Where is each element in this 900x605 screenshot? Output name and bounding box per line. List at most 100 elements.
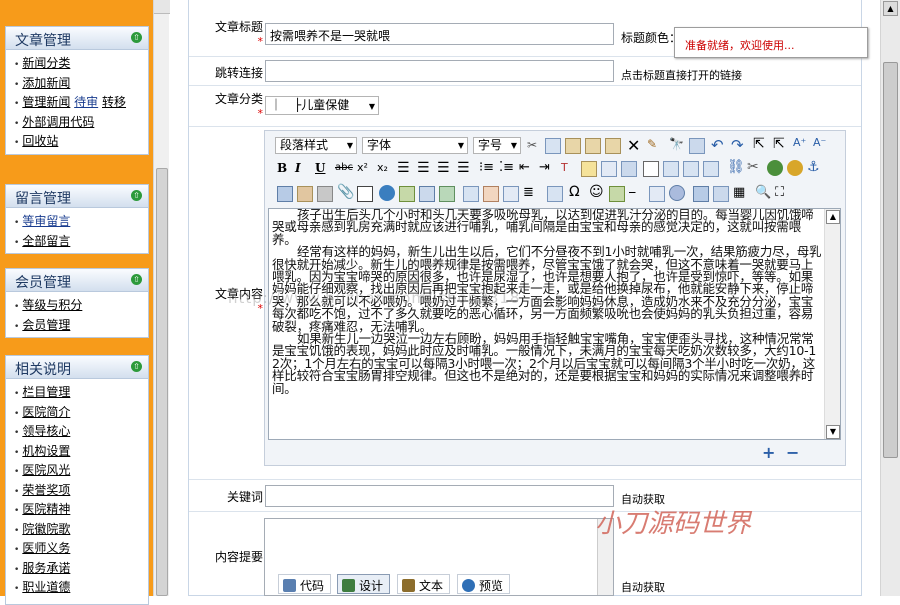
font-increase-icon[interactable]: A⁺ bbox=[793, 136, 809, 152]
font-decrease-icon[interactable]: A⁻ bbox=[813, 136, 829, 152]
title-input[interactable]: 按需喂养不是一哭就喂 bbox=[265, 23, 614, 45]
sidebar-item-honors[interactable]: 荣誉奖项 bbox=[14, 481, 148, 501]
media-icon[interactable] bbox=[317, 186, 333, 202]
ordered-list-icon[interactable]: ⁝≡ bbox=[479, 160, 495, 176]
clear-format-icon[interactable] bbox=[601, 161, 617, 177]
underline-icon[interactable]: U bbox=[315, 161, 331, 177]
date-icon[interactable] bbox=[649, 186, 665, 202]
sidebar-item-column-management[interactable]: 栏目管理 bbox=[14, 383, 148, 403]
attachment-icon[interactable]: 📎 bbox=[337, 184, 354, 200]
category-select[interactable]: ｜ ├儿童保健 ▼ bbox=[265, 96, 379, 115]
delete-icon[interactable]: ✕ bbox=[627, 136, 643, 155]
enlarge-editor-icon[interactable]: + bbox=[762, 443, 775, 462]
scrollbar-thumb[interactable] bbox=[883, 62, 898, 458]
text-color-icon[interactable]: T bbox=[561, 161, 577, 177]
time-icon[interactable] bbox=[669, 185, 685, 201]
paste-word-icon[interactable] bbox=[605, 138, 621, 154]
subscript-icon[interactable]: x₂ bbox=[377, 161, 393, 177]
shrink-editor-icon[interactable]: − bbox=[786, 443, 799, 462]
outdent-icon[interactable]: ⇤ bbox=[519, 160, 535, 176]
content-scrollbar[interactable]: ▲ ▼ bbox=[824, 209, 840, 439]
redo-icon[interactable]: ↷ bbox=[731, 136, 747, 154]
sidebar-item-pending-messages[interactable]: 等审留言 bbox=[14, 212, 148, 232]
horizontal-rule-icon[interactable]: ⎯ bbox=[629, 185, 645, 201]
image-icon[interactable] bbox=[277, 186, 293, 202]
find-replace-icon[interactable] bbox=[689, 138, 705, 154]
sidebar-item-add-news[interactable]: 添加新闻 bbox=[14, 74, 148, 94]
align-left-icon[interactable]: ☰ bbox=[397, 160, 413, 176]
div-icon[interactable] bbox=[463, 186, 479, 202]
scroll-up-button[interactable] bbox=[154, 0, 170, 14]
sidebar-item-recycle-bin[interactable]: 回收站 bbox=[14, 132, 148, 152]
sidebar-item-member-management[interactable]: 会员管理 bbox=[14, 316, 148, 336]
collapse-toggle-icon[interactable]: ⇧ bbox=[131, 274, 142, 285]
editor-content-area[interactable]: 孩子出生后头几个小时和头几天要多吸吮母乳，以达到促进乳汁分泌的目的。每当婴儿因饥… bbox=[268, 208, 841, 440]
sidebar-scrollbar[interactable] bbox=[153, 0, 170, 596]
link-input[interactable] bbox=[265, 60, 614, 82]
special-char-icon[interactable]: Ω bbox=[569, 184, 585, 200]
sidebar-item-physician-duties[interactable]: 医师义务 bbox=[14, 539, 148, 559]
section-header[interactable]: 会员管理 ⇧ bbox=[6, 269, 148, 292]
preview-icon[interactable] bbox=[609, 186, 625, 202]
transfer-link[interactable]: 转移 bbox=[102, 95, 126, 109]
page-icon[interactable] bbox=[643, 161, 659, 177]
superscript-icon[interactable]: x² bbox=[357, 161, 373, 177]
sidebar-item-hospital-scenery[interactable]: 医院风光 bbox=[14, 461, 148, 481]
unlink-icon[interactable]: ✂ bbox=[747, 159, 763, 175]
sidebar-item-leadership[interactable]: 领导核心 bbox=[14, 422, 148, 442]
copy-icon[interactable] bbox=[545, 138, 561, 154]
sidebar-item-service-promise[interactable]: 服务承诺 bbox=[14, 559, 148, 579]
section-header[interactable]: 留言管理 ⇧ bbox=[6, 185, 148, 208]
sidebar-item-external-code[interactable]: 外部调用代码 bbox=[14, 113, 148, 133]
html-icon[interactable] bbox=[547, 186, 563, 202]
form-field-icon[interactable] bbox=[703, 161, 719, 177]
marquee-icon[interactable] bbox=[483, 186, 499, 202]
strikethrough-icon[interactable]: abc bbox=[335, 162, 353, 178]
frame-icon[interactable] bbox=[419, 186, 435, 202]
font-size-select[interactable]: 字号 ▼ bbox=[473, 137, 521, 154]
sidebar-item-manage-news[interactable]: 管理新闻 待审 转移 bbox=[14, 93, 148, 113]
unordered-list-icon[interactable]: ⁚≡ bbox=[499, 160, 515, 176]
align-right-icon[interactable]: ☰ bbox=[437, 160, 453, 176]
cut-icon[interactable]: ✂ bbox=[527, 138, 543, 154]
collapse-toggle-icon[interactable]: ⇧ bbox=[131, 190, 142, 201]
sidebar-item-levels-points[interactable]: 等级与积分 bbox=[14, 296, 148, 316]
scroll-down-icon[interactable]: ▼ bbox=[826, 425, 840, 439]
gallery-icon[interactable] bbox=[399, 186, 415, 202]
table-icon[interactable] bbox=[663, 161, 679, 177]
table-row-icon[interactable] bbox=[683, 161, 699, 177]
format-brush-icon[interactable]: ✎ bbox=[647, 137, 663, 153]
fullscreen-icon[interactable]: ⛶ bbox=[775, 185, 791, 201]
anchor-icon[interactable]: ⚓ bbox=[807, 159, 823, 175]
sidebar-item-hospital-spirit[interactable]: 医院精神 bbox=[14, 500, 148, 520]
sidebar-item-all-messages[interactable]: 全部留言 bbox=[14, 232, 148, 252]
bold-icon[interactable]: B bbox=[277, 161, 293, 177]
italic-icon[interactable]: I bbox=[295, 161, 311, 177]
keywords-input[interactable] bbox=[265, 485, 614, 507]
align-center-icon[interactable]: ☰ bbox=[417, 160, 433, 176]
section-header[interactable]: 文章管理 ⇧ bbox=[6, 27, 148, 50]
page-scrollbar[interactable]: ▲ bbox=[880, 0, 900, 596]
sidebar-item-organization[interactable]: 机构设置 bbox=[14, 442, 148, 462]
mode-text-button[interactable]: 文本 bbox=[397, 574, 451, 594]
mode-code-button[interactable]: 代码 bbox=[278, 574, 332, 594]
indent-icon[interactable]: ⇥ bbox=[539, 160, 555, 176]
page-break-icon[interactable] bbox=[713, 186, 729, 202]
emoticon-icon[interactable] bbox=[787, 160, 803, 176]
highlight-icon[interactable] bbox=[581, 161, 597, 177]
section-header[interactable]: 相关说明 ⇧ bbox=[6, 356, 148, 379]
scrollbar-thumb[interactable] bbox=[156, 168, 168, 596]
collapse-toggle-icon[interactable]: ⇧ bbox=[131, 361, 142, 372]
flash-icon[interactable] bbox=[297, 186, 313, 202]
paste-icon[interactable] bbox=[565, 138, 581, 154]
style-icon[interactable] bbox=[621, 161, 637, 177]
paragraph-style-select[interactable]: 段落样式 ▼ bbox=[275, 137, 357, 154]
select-all-icon[interactable]: ⇱ bbox=[753, 136, 769, 152]
file-icon[interactable] bbox=[357, 186, 373, 202]
auto-get-summary-link[interactable]: 自动获取 bbox=[621, 579, 665, 595]
smiley-icon[interactable]: ☺ bbox=[589, 184, 605, 200]
scroll-up-icon[interactable]: ▲ bbox=[883, 1, 898, 16]
code-icon[interactable]: ≣ bbox=[523, 185, 539, 201]
globe-icon[interactable] bbox=[767, 160, 783, 176]
sidebar-item-emblem-song[interactable]: 院徽院歌 bbox=[14, 520, 148, 540]
